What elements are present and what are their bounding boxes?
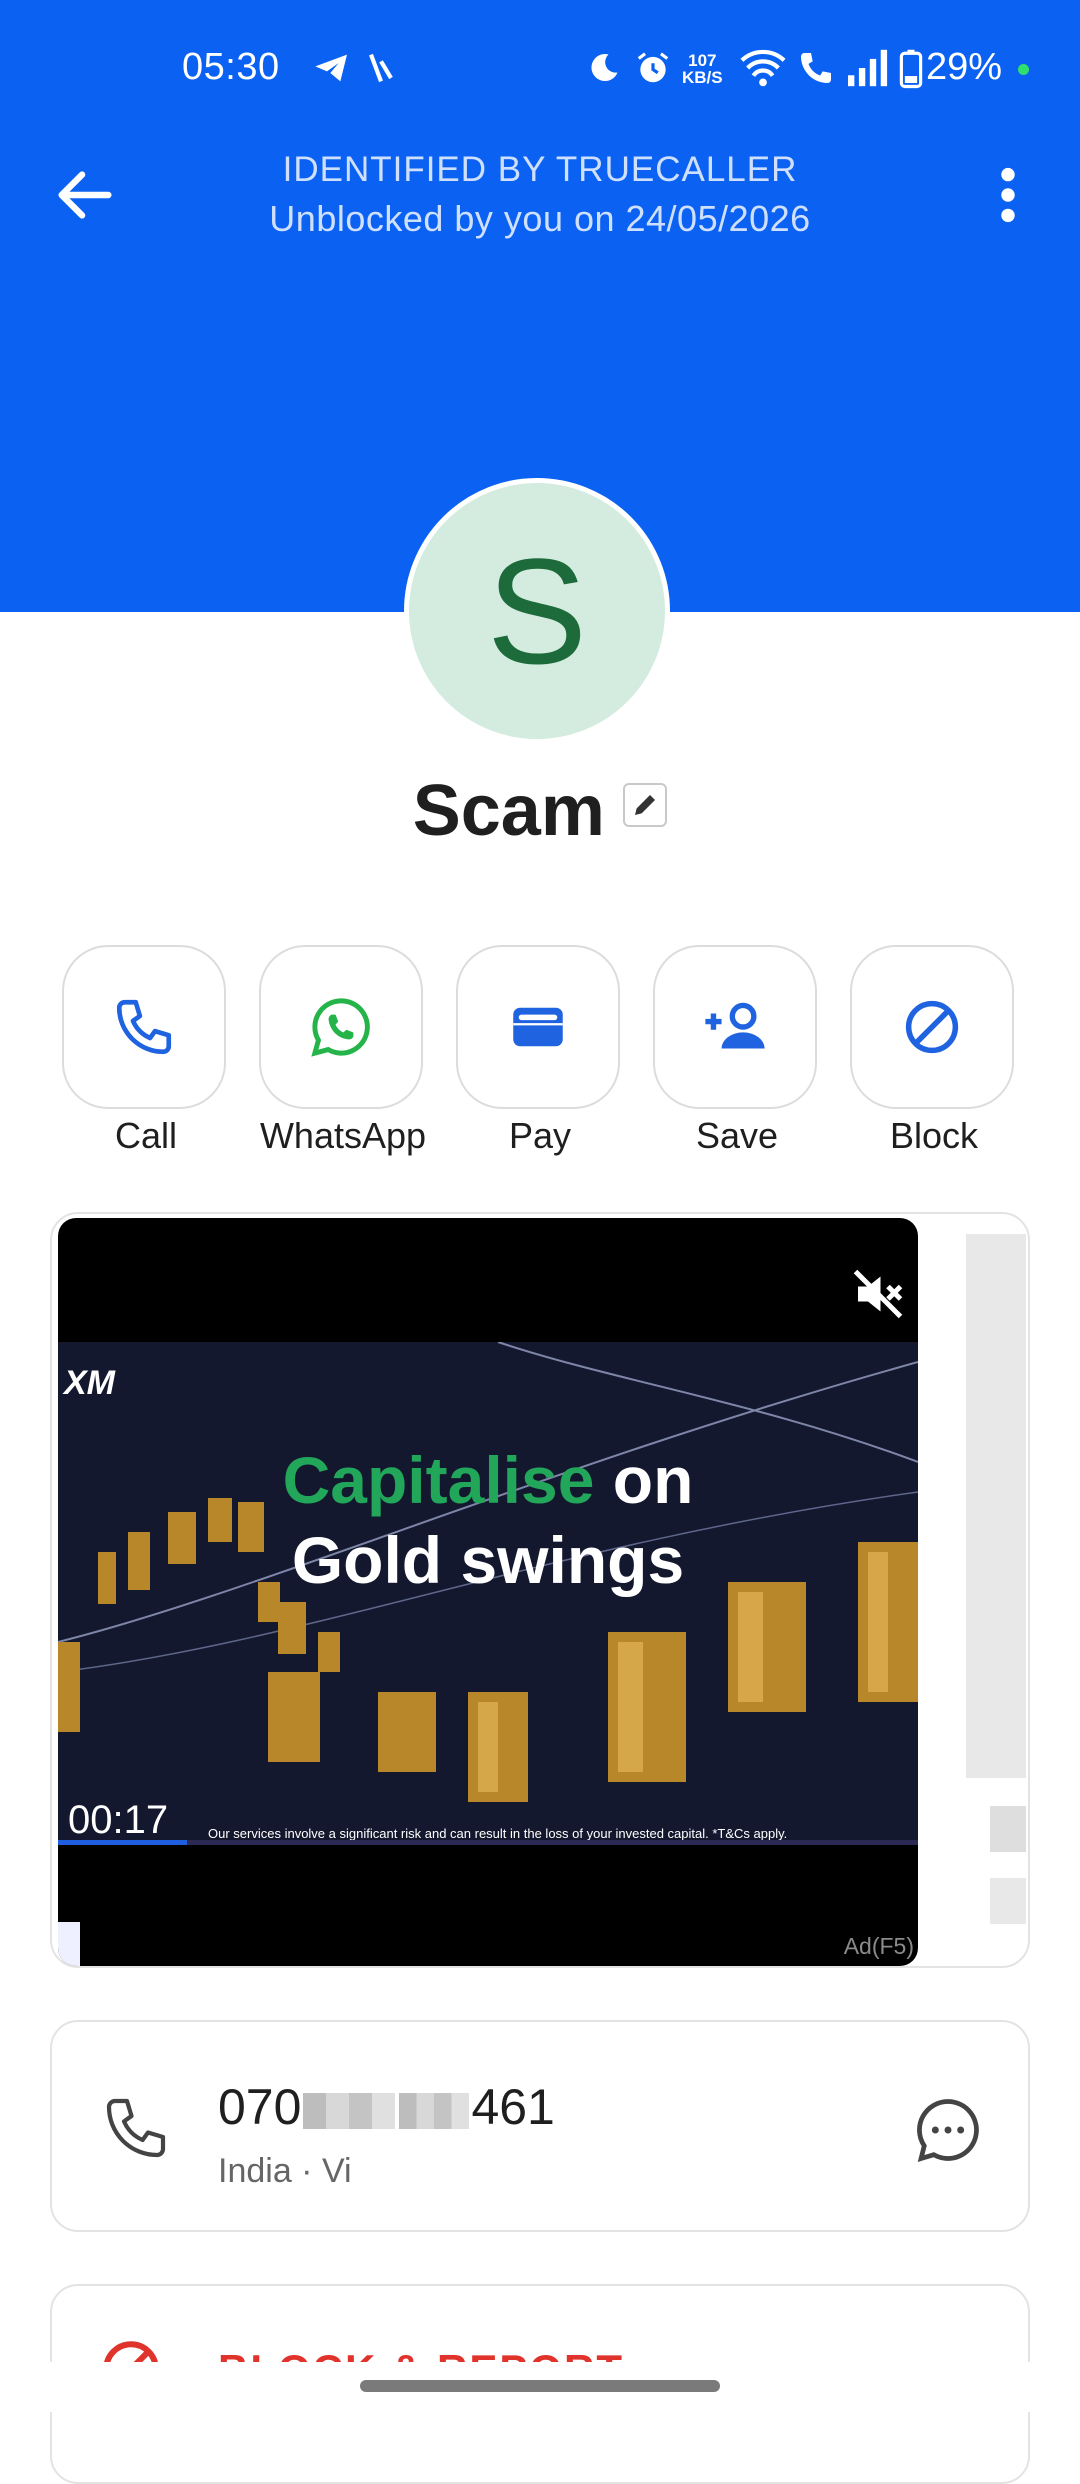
whatsapp-action[interactable]: WhatsApp xyxy=(259,945,427,1157)
ad-headline-white: on xyxy=(612,1443,694,1517)
do-not-disturb-moon-icon xyxy=(586,48,622,97)
pay-action[interactable]: Pay xyxy=(456,945,624,1157)
privacy-indicator-dot xyxy=(1018,64,1029,75)
pay-label: Pay xyxy=(508,1115,572,1156)
video-progress-fill xyxy=(58,1840,187,1845)
call-label: Call xyxy=(114,1115,177,1156)
message-button[interactable] xyxy=(910,2092,986,2168)
phone-icon xyxy=(100,2092,172,2164)
ad-card: XM Capitalise on Gold swings Our service… xyxy=(50,1212,1030,1968)
mute-button[interactable] xyxy=(848,1264,908,1324)
block-label: Block xyxy=(889,1115,979,1156)
block-action[interactable]: Block xyxy=(850,945,1018,1157)
video-progress-bar xyxy=(58,1840,918,1845)
battery-percentage: 29% xyxy=(926,46,1003,88)
call-action[interactable]: Call xyxy=(62,945,230,1157)
telegram-icon xyxy=(312,48,352,97)
block-button[interactable] xyxy=(850,945,1014,1109)
phone-number-mask xyxy=(303,2092,396,2129)
wallet-icon xyxy=(513,1007,563,1047)
ad-headline-line1: Capitalise on xyxy=(58,1442,918,1518)
edit-pencil-icon[interactable] xyxy=(623,783,668,827)
contact-name-row: Scam xyxy=(0,770,1080,852)
home-gesture-bar[interactable] xyxy=(360,2380,720,2392)
header-title: IDENTIFIED BY TRUECALLER xyxy=(282,150,798,189)
vertical-dots-icon xyxy=(1001,167,1015,223)
wifi-calling-icon xyxy=(796,48,836,97)
xm-brand-logo: XM xyxy=(64,1364,115,1402)
phone-number-start: 070 xyxy=(218,2079,302,2135)
notification-app-icon xyxy=(364,48,398,97)
save-label: Save xyxy=(695,1115,779,1156)
video-timer: 00:17 xyxy=(68,1798,169,1842)
wifi-icon xyxy=(740,48,786,97)
more-options-button[interactable] xyxy=(990,160,1026,230)
save-action[interactable]: Save xyxy=(653,945,821,1157)
block-icon xyxy=(905,1000,959,1054)
phone-icon xyxy=(116,999,172,1055)
battery-icon xyxy=(898,48,924,99)
ad-placeholder-block xyxy=(990,1806,1026,1852)
chat-bubble-icon xyxy=(917,2099,979,2162)
ad-tag: Ad(F5) xyxy=(843,1933,914,1959)
network-speed-unit: KB/S xyxy=(682,68,723,87)
ad-video-scene: XM Capitalise on Gold swings Our service… xyxy=(58,1342,918,1842)
ad-disclaimer: Our services involve a significant risk … xyxy=(208,1826,788,1841)
header-subtitle: Unblocked by you on 24/05/2026 xyxy=(269,198,811,239)
phone-number: 070 461 xyxy=(218,2078,555,2136)
whatsapp-icon xyxy=(311,998,370,1057)
whatsapp-button[interactable] xyxy=(259,945,423,1109)
ad-choices-icon[interactable] xyxy=(58,1922,80,1966)
quick-actions: Call WhatsApp Pay Save Block xyxy=(60,945,1020,1165)
ad-headline-green: Capitalise xyxy=(282,1443,595,1517)
phone-number-mask xyxy=(399,2092,470,2129)
phone-number-card[interactable]: 070 461 India · Vi xyxy=(50,2020,1030,2232)
ad-placeholder-strip xyxy=(966,1234,1026,1778)
muted-speaker-icon xyxy=(853,1269,903,1319)
status-time: 05:30 xyxy=(182,46,280,88)
ad-placeholder-block xyxy=(990,1878,1026,1924)
contact-avatar: S xyxy=(404,478,670,744)
signal-icon xyxy=(846,48,890,97)
phone-number-end: 461 xyxy=(471,2079,555,2135)
contact-name: Scam xyxy=(412,771,605,851)
whatsapp-label: WhatsApp xyxy=(259,1115,427,1156)
alarm-icon xyxy=(634,48,672,97)
pay-button[interactable] xyxy=(456,945,620,1109)
phone-location-carrier: India · Vi xyxy=(218,2152,352,2190)
add-person-icon xyxy=(705,1002,765,1049)
call-button[interactable] xyxy=(62,945,226,1109)
ad-headline-line2: Gold swings xyxy=(291,1523,685,1597)
network-speed-value: 107 xyxy=(688,51,717,70)
network-speed: 107 KB/S xyxy=(682,52,723,86)
ad-video[interactable]: XM Capitalise on Gold swings Our service… xyxy=(58,1218,918,1966)
status-bar: 05:30 107 KB/S 29% xyxy=(0,30,1080,110)
save-button[interactable] xyxy=(653,945,817,1109)
